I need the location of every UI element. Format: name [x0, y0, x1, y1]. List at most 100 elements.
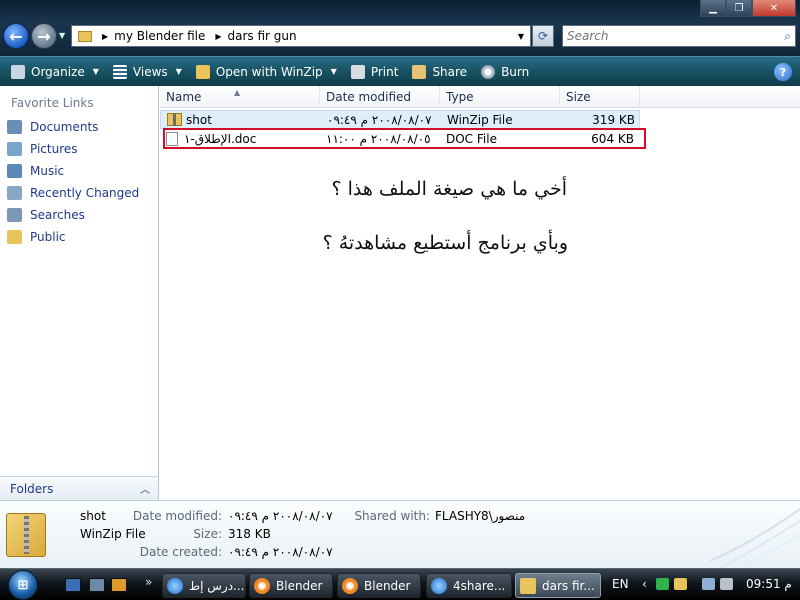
breadcrumb-item[interactable]: ▶ my Blender file	[92, 29, 205, 43]
help-button[interactable]: ?	[774, 63, 792, 81]
print-button[interactable]: Print	[344, 59, 406, 85]
printer-icon	[350, 64, 365, 79]
windows-logo-icon: ⊞	[17, 577, 29, 593]
organize-icon	[11, 64, 25, 79]
column-header-type[interactable]: Type	[440, 86, 560, 108]
pictures-icon	[7, 142, 22, 156]
minimize-button[interactable]: ▁	[700, 0, 726, 17]
winzip-icon	[195, 64, 210, 79]
views-icon	[112, 64, 127, 79]
back-button[interactable]: ←	[3, 23, 29, 49]
address-dropdown-icon[interactable]: ▼	[518, 32, 524, 41]
recent-pages-dropdown[interactable]: ▼	[59, 31, 65, 40]
help-icon: ?	[779, 65, 787, 79]
views-button[interactable]: Views ▼	[106, 59, 189, 85]
chevron-right-icon: ▶	[102, 31, 109, 41]
search-box: ⌕	[562, 25, 796, 47]
nav-item-documents[interactable]: Documents	[0, 116, 158, 138]
documents-icon	[7, 120, 22, 134]
organize-button[interactable]: Organize ▼	[4, 59, 106, 85]
taskbar-button-blender-2[interactable]: Blender	[337, 573, 421, 598]
share-icon	[412, 64, 427, 79]
public-folder-icon	[7, 230, 22, 244]
file-row[interactable]: shot ٢٠٠٨/٠٨/٠٧ م ٠٩:٤٩ WinZip File 319 …	[160, 110, 640, 129]
nav-item-music[interactable]: Music	[0, 160, 158, 182]
forward-button[interactable]: →	[31, 23, 57, 49]
language-indicator[interactable]: EN	[612, 577, 629, 591]
sort-ascending-icon: ▲	[234, 88, 241, 97]
taskbar-button-explorer[interactable]: dars fir...	[515, 573, 601, 598]
network-icon[interactable]	[702, 578, 715, 590]
file-type: WinZip File	[447, 112, 513, 127]
recently-changed-icon	[7, 186, 22, 200]
details-file-name: shot	[80, 509, 106, 523]
maximize-button[interactable]: ❐	[726, 0, 752, 17]
blender-icon	[254, 577, 270, 594]
nav-item-pictures[interactable]: Pictures	[0, 138, 158, 160]
file-name: shot	[186, 112, 212, 127]
column-header-name[interactable]: ▲ Name	[160, 86, 320, 108]
refresh-icon: ⟳	[537, 29, 549, 43]
internet-explorer-icon	[167, 577, 183, 594]
favorite-links-title: Favorite Links	[11, 96, 94, 110]
window-titlebar: ▁ ❐ ✕ ← → ▼ ▶ my Blender file ▶ dars fir g…	[0, 0, 800, 56]
media-player-icon[interactable]	[111, 578, 127, 592]
taskbar-button-4shared[interactable]: 4share...	[426, 573, 512, 598]
highlight-annotation	[163, 128, 646, 149]
file-date: ٢٠٠٨/٠٨/٠٧ م ٠٩:٤٩	[327, 112, 432, 127]
file-list: ▲ Name Date modified Type Size shot ٢٠٠٨/…	[160, 86, 800, 500]
size-label: Size:	[193, 527, 222, 541]
flag-icon[interactable]	[656, 578, 669, 590]
tray-expand-icon[interactable]: ‹	[642, 577, 647, 591]
nav-item-searches[interactable]: Searches	[0, 204, 158, 226]
zip-file-large-icon	[6, 513, 46, 557]
search-input[interactable]	[567, 29, 767, 43]
clock[interactable]: 09:51 م	[746, 577, 792, 591]
chevron-up-icon: ︿	[140, 485, 150, 496]
date-created-label: Date created:	[139, 545, 222, 559]
volume-icon[interactable]	[720, 578, 733, 590]
size-value: 318 KB	[228, 527, 271, 541]
file-size: 319 KB	[592, 112, 635, 127]
shared-with-value: FLASHY8\منصور	[435, 509, 526, 523]
close-button[interactable]: ✕	[752, 0, 796, 17]
nav-item-public[interactable]: Public	[0, 226, 158, 248]
quick-launch-more-button[interactable]: »	[145, 575, 152, 589]
date-created-value: ٢٠٠٨/٠٨/٠٧ م ٠٩:٤٩	[228, 545, 333, 559]
command-bar: Organize ▼ Views ▼ Open with WinZip ▼ Print…	[0, 56, 800, 86]
disc-icon	[481, 64, 496, 79]
chevron-down-icon: ▼	[92, 67, 99, 76]
breadcrumb-item[interactable]: ▶ dars fir gun	[205, 29, 296, 43]
address-bar[interactable]: ▶ my Blender file ▶ dars fir gun ▼	[71, 25, 531, 47]
annotation-text-line-1: أخي ما هي صيغة الملف هذا ؟	[331, 178, 567, 200]
open-with-winzip-button[interactable]: Open with WinZip ▼	[189, 59, 344, 85]
tray-folder-icon[interactable]	[674, 578, 687, 590]
music-icon	[7, 164, 22, 178]
share-button[interactable]: Share	[405, 59, 474, 85]
show-desktop-icon[interactable]	[65, 578, 81, 592]
search-icon[interactable]: ⌕	[784, 29, 791, 44]
taskbar-button-blender-1[interactable]: Blender	[249, 573, 333, 598]
taskbar: ⊞ » درس إط... Blender Blender 4share... …	[0, 568, 800, 600]
taskbar-button-ie-lesson[interactable]: درس إط...	[162, 573, 246, 598]
details-pane: shot WinZip File Date modified: ٢٠٠٨/٠٨/…	[0, 500, 800, 568]
arrow-right-icon: →	[37, 26, 51, 46]
folder-icon	[78, 30, 92, 42]
refresh-button[interactable]: ⟳	[532, 25, 554, 47]
nav-item-recently-changed[interactable]: Recently Changed	[0, 182, 158, 204]
chevron-down-icon: ▼	[175, 67, 182, 76]
annotation-text-line-2: وبأي برنامج أستطيع مشاهدتهُ ؟	[322, 232, 568, 254]
searches-icon	[7, 208, 22, 222]
column-header-date[interactable]: Date modified	[320, 86, 440, 108]
window-controls: ▁ ❐ ✕	[700, 0, 796, 17]
folders-toggle[interactable]: Folders ︿	[0, 476, 158, 500]
column-header-size[interactable]: Size	[560, 86, 640, 108]
blender-icon	[342, 577, 358, 594]
shared-with-label: Shared with:	[354, 509, 430, 523]
switch-windows-icon[interactable]	[89, 578, 105, 592]
date-modified-label: Date modified:	[132, 509, 222, 523]
decorative-swoosh	[710, 508, 800, 568]
internet-explorer-icon	[431, 577, 447, 594]
burn-button[interactable]: Burn	[474, 59, 536, 85]
start-button[interactable]: ⊞	[8, 570, 38, 600]
